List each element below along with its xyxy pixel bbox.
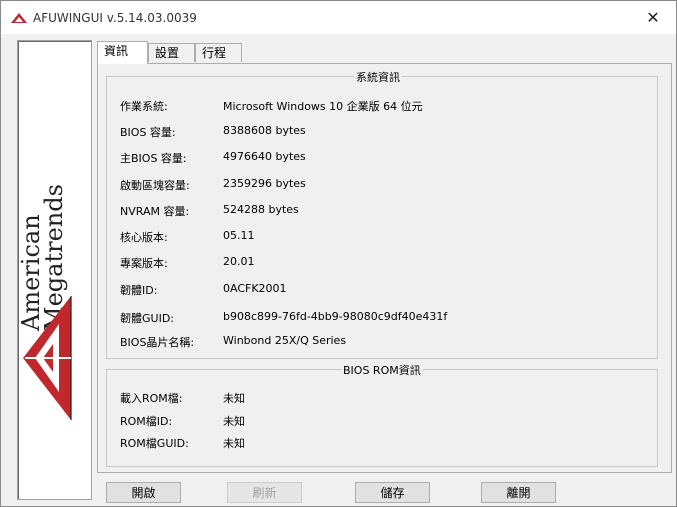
main-bios-size-value: 4976640 bytes: [223, 150, 306, 163]
refresh-button[interactable]: 刷新: [227, 482, 302, 503]
rom-file-guid-label: ROM檔GUID:: [120, 437, 189, 450]
open-button[interactable]: 開啟: [106, 482, 181, 503]
boot-block-size-value: 2359296 bytes: [223, 177, 306, 190]
os-label: 作業系統:: [120, 100, 168, 113]
title-bar[interactable]: AFUWINGUI v.5.14.03.0039 ✕: [1, 1, 676, 34]
loaded-rom-file-label: 載入ROM檔:: [120, 392, 183, 405]
save-button[interactable]: 儲存: [355, 482, 430, 503]
loaded-rom-file-value: 未知: [223, 392, 245, 405]
close-button[interactable]: ✕: [630, 1, 676, 34]
bios-rom-info-legend: BIOS ROM資訊: [341, 362, 423, 378]
rom-file-id-label: ROM檔ID:: [120, 415, 173, 428]
firmware-guid-value: b908c899-76fd-4bb9-98080c9df40e431f: [223, 310, 448, 323]
boot-block-size-label: 啟動區塊容量:: [120, 179, 190, 192]
project-version-label: 專案版本:: [120, 257, 168, 270]
ami-logo-panel: American Megatrends: [17, 40, 92, 500]
tab-info[interactable]: 資訊: [97, 41, 148, 64]
nvram-size-value: 524288 bytes: [223, 203, 299, 216]
system-info-group: 系統資訊 作業系統: Microsoft Windows 10 企業版 64 位…: [106, 69, 658, 359]
bios-rom-info-group: BIOS ROM資訊 載入ROM檔: 未知 ROM檔ID: 未知 ROM檔GUI…: [106, 362, 658, 467]
core-version-value: 05.11: [223, 229, 255, 242]
tab-process[interactable]: 行程: [195, 43, 242, 62]
main-bios-size-label: 主BIOS 容量:: [120, 152, 187, 165]
bios-size-value: 8388608 bytes: [223, 124, 306, 137]
rom-file-id-value: 未知: [223, 415, 245, 428]
bios-chip-name-value: Winbond 25X/Q Series: [223, 334, 347, 347]
core-version-label: 核心版本:: [120, 231, 168, 244]
firmware-id-label: 韌體ID:: [120, 284, 158, 297]
exit-button[interactable]: 離開: [481, 482, 556, 503]
firmware-guid-label: 韌體GUID:: [120, 312, 174, 325]
os-value: Microsoft Windows 10 企業版 64 位元: [223, 100, 423, 113]
project-version-value: 20.01: [223, 255, 255, 268]
info-tab-panel: 系統資訊 作業系統: Microsoft Windows 10 企業版 64 位…: [97, 63, 672, 473]
firmware-id-value: 0ACFK2001: [223, 282, 287, 295]
nvram-size-label: NVRAM 容量:: [120, 205, 190, 218]
bios-size-label: BIOS 容量:: [120, 126, 176, 139]
ami-triangle-logo-icon: [23, 296, 72, 420]
bios-chip-name-label: BIOS晶片名稱:: [120, 336, 195, 349]
window-title: AFUWINGUI v.5.14.03.0039: [33, 11, 197, 25]
system-info-legend: 系統資訊: [354, 69, 402, 85]
ami-logo-icon: [11, 13, 27, 23]
rom-file-guid-value: 未知: [223, 437, 245, 450]
tab-settings[interactable]: 設置: [148, 43, 195, 62]
afuwingui-window: AFUWINGUI v.5.14.03.0039 ✕ American Mega…: [0, 0, 677, 507]
